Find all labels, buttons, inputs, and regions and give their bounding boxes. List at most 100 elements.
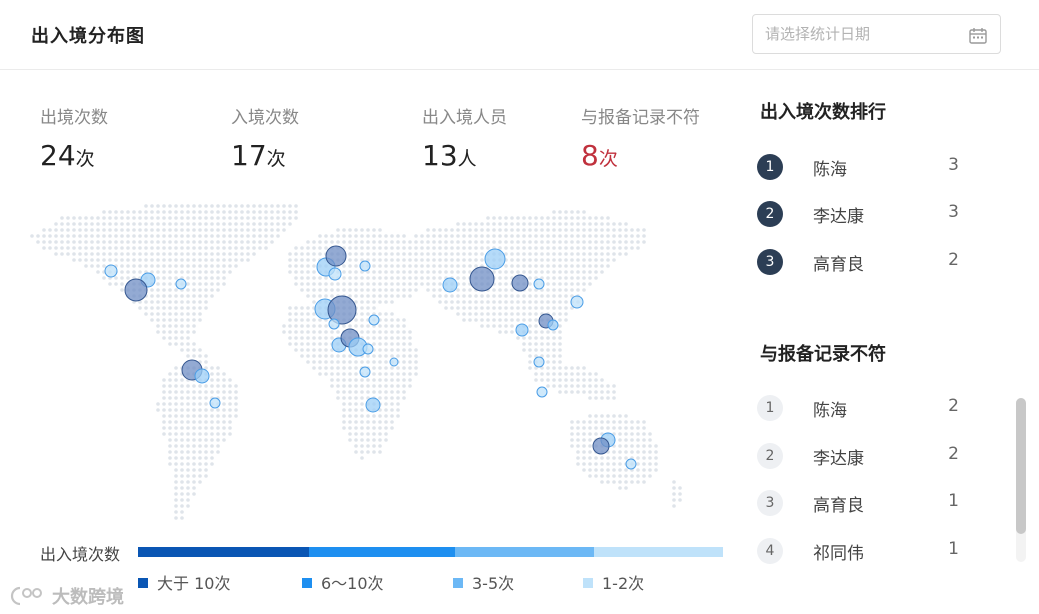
legend-item: 1-2次 (583, 570, 644, 594)
ranking-row[interactable]: 2 李达康 3 (757, 200, 967, 228)
stat-number: 13 (422, 139, 458, 172)
map-bubble[interactable] (547, 319, 559, 331)
rank-badge: 3 (757, 490, 783, 516)
map-bubble[interactable] (175, 278, 187, 290)
ranking-row[interactable]: 1 陈海 3 (757, 153, 967, 181)
rank-count: 1 (948, 491, 959, 511)
legend-label: 6～10次 (321, 574, 384, 593)
rank-count: 2 (948, 444, 959, 464)
rank-name: 高育良 (813, 255, 864, 275)
legend-item: 大于 10次 (138, 570, 230, 594)
stat-label: 出入境人员 (422, 108, 507, 128)
ranking-row[interactable]: 3 高育良 2 (757, 248, 967, 276)
legend-item: 6～10次 (302, 570, 384, 594)
rank-name: 陈海 (813, 160, 847, 180)
page-title: 出入境分布图 (31, 26, 145, 47)
date-input[interactable] (765, 23, 965, 45)
map-bubble[interactable] (625, 458, 637, 470)
stat-number: 17 (231, 139, 267, 172)
header-bar: 出入境分布图 (0, 0, 1039, 70)
map-bubbles[interactable] (104, 245, 637, 470)
map-bubble[interactable] (536, 386, 548, 398)
map-bubble[interactable] (325, 245, 347, 267)
map-bubble[interactable] (533, 278, 545, 290)
map-bubble[interactable] (515, 323, 529, 337)
map-bubble[interactable] (592, 437, 610, 455)
stat-label: 出境次数 (40, 108, 108, 128)
legend-bar-segment (138, 547, 309, 557)
stat-entry-count: 入境次数 17次 (231, 103, 299, 175)
rank-name: 高育良 (813, 496, 864, 516)
watermark: 大数跨境 (10, 583, 124, 609)
legend-bar-segment (455, 547, 594, 557)
map-bubble[interactable] (359, 260, 371, 272)
map-bubble[interactable] (368, 314, 380, 326)
mismatch-title: 与报备记录不符 (760, 344, 886, 365)
stat-value: 24次 (40, 140, 108, 175)
rank-count: 3 (948, 155, 959, 175)
map-bubble[interactable] (124, 278, 148, 302)
map-bubble[interactable] (442, 277, 458, 293)
rank-badge: 2 (757, 201, 783, 227)
mismatch-row[interactable]: 2 李达康 2 (757, 442, 967, 470)
stat-persons: 出入境人员 13人 (422, 103, 507, 175)
rank-name: 陈海 (813, 401, 847, 421)
legend-bar-segment (594, 547, 723, 557)
map-bubble[interactable] (570, 295, 584, 309)
rank-badge: 2 (757, 443, 783, 469)
map-bubble[interactable] (194, 368, 210, 384)
legend-item: 3-5次 (453, 570, 514, 594)
stat-value: 13人 (422, 140, 507, 175)
legend-label: 大于 10次 (157, 574, 231, 593)
map-bubble[interactable] (389, 357, 399, 367)
rank-name: 李达康 (813, 449, 864, 469)
map-bubble[interactable] (328, 267, 342, 281)
legend-label: 3-5次 (472, 574, 515, 593)
rank-name: 李达康 (813, 207, 864, 227)
stat-label: 与报备记录不符 (581, 108, 700, 128)
map-bubble[interactable] (365, 397, 381, 413)
rank-badge: 4 (757, 538, 783, 564)
map-bubble[interactable] (469, 266, 495, 292)
map-bubble[interactable] (209, 397, 221, 409)
ranking-title: 出入境次数排行 (760, 102, 886, 123)
rank-count: 2 (948, 396, 959, 416)
map-land-dots (30, 204, 682, 520)
map-bubble[interactable] (104, 264, 118, 278)
scrollbar-thumb[interactable] (1016, 398, 1026, 534)
map-bubble[interactable] (362, 343, 374, 355)
legend-label: 1-2次 (602, 574, 645, 593)
legend-swatch (138, 578, 148, 588)
legend-title: 出入境次数 (40, 545, 121, 564)
world-dot-map[interactable] (22, 188, 722, 528)
mismatch-row[interactable]: 4 祁同伟 1 (757, 537, 967, 565)
mismatch-row[interactable]: 1 陈海 2 (757, 394, 967, 422)
rank-badge: 3 (757, 249, 783, 275)
legend-swatch (302, 578, 312, 588)
map-bubble[interactable] (533, 356, 545, 368)
map-bubble[interactable] (484, 248, 506, 270)
map-bubble[interactable] (511, 274, 529, 292)
stat-unit: 人 (457, 148, 477, 170)
stat-value: 17次 (231, 140, 299, 175)
stat-value: 8次 (581, 140, 700, 175)
map-bubble[interactable] (328, 318, 340, 330)
watermark-logo-icon (10, 586, 42, 606)
calendar-icon[interactable] (969, 27, 987, 44)
rank-badge: 1 (757, 154, 783, 180)
rank-count: 3 (948, 202, 959, 222)
stat-number: 8 (581, 139, 599, 172)
mismatch-row[interactable]: 3 高育良 1 (757, 489, 967, 517)
date-picker[interactable] (752, 14, 1001, 54)
stat-unit: 次 (598, 148, 618, 170)
stat-unit: 次 (75, 148, 95, 170)
legend-bar-segment (309, 547, 455, 557)
legend-swatch (453, 578, 463, 588)
stat-label: 入境次数 (231, 108, 299, 128)
legend-bar (138, 547, 723, 557)
legend-swatch (583, 578, 593, 588)
stat-unit: 次 (266, 148, 286, 170)
stat-mismatch: 与报备记录不符 8次 (581, 103, 700, 175)
map-bubble[interactable] (359, 366, 371, 378)
rank-count: 2 (948, 250, 959, 270)
